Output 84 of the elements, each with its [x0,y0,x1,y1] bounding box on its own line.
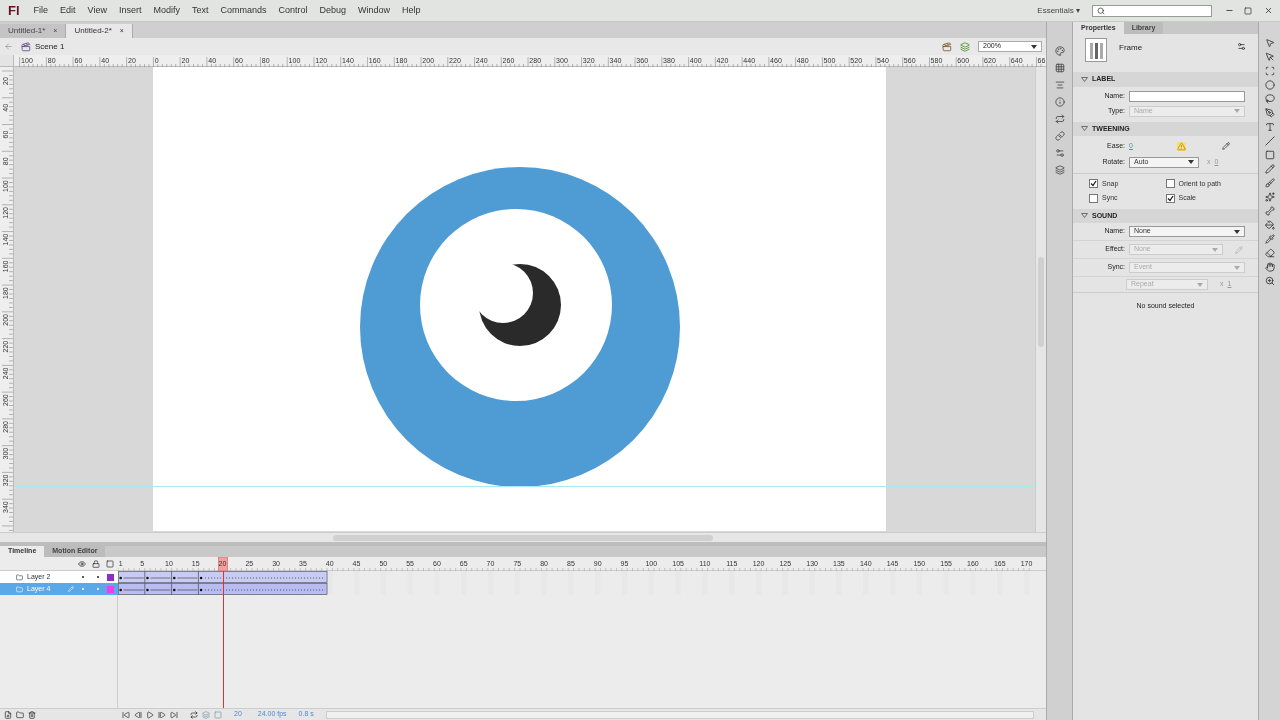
clapperboard-icon [21,41,31,52]
tool-icon[interactable] [1264,262,1275,272]
panel-icon[interactable] [1054,46,1065,56]
tool-icon[interactable] [1264,108,1275,118]
tool-icon[interactable] [1264,220,1275,230]
tool-icon[interactable] [1264,66,1275,76]
collapse-icon[interactable] [1081,76,1088,82]
play-icon[interactable] [146,710,154,719]
tool-icon[interactable] [1264,94,1275,104]
caret-icon[interactable] [1031,44,1037,49]
collapse-icon[interactable] [1081,126,1088,132]
scene-name: Scene 1 [35,40,65,53]
tool-icon[interactable] [1264,164,1275,174]
horizontal-scrollbar[interactable] [0,532,1046,542]
tool-icon[interactable] [1264,206,1275,216]
menu-item[interactable]: Commands [214,3,273,18]
layer-icon [16,573,23,581]
panel-icon[interactable] [1054,148,1065,158]
eye-icon[interactable] [78,559,86,568]
layer-icon [16,585,23,593]
outline-icon[interactable] [106,559,114,568]
tool-icon[interactable] [1264,192,1275,202]
tool-icon[interactable] [1264,80,1275,90]
panel-icon[interactable] [1054,114,1065,124]
checkbox[interactable] [1165,179,1175,189]
close-icon[interactable] [1264,6,1273,15]
panel-icon[interactable] [1054,165,1065,175]
tool-icon[interactable] [1264,178,1275,188]
menu-item[interactable]: Window [352,3,397,18]
panel-icon[interactable] [1054,131,1065,141]
lock-icon[interactable] [92,559,100,568]
delete-icon[interactable] [28,710,36,719]
checkbox[interactable] [1165,193,1175,203]
pencil-icon [68,586,74,592]
tool-icon[interactable] [1264,52,1275,62]
menu-item[interactable]: Text [186,3,215,18]
checkbox[interactable] [1089,193,1098,203]
tool-icon[interactable] [1264,234,1275,244]
name-field[interactable] [1129,90,1245,102]
object-type: Frame [1119,42,1144,54]
menu-item[interactable]: File [27,3,55,18]
previous-frame-icon[interactable] [134,710,142,719]
menu-item[interactable]: Insert [112,3,148,18]
panel-icon[interactable] [1054,80,1065,90]
loop-icon[interactable] [190,710,198,719]
tool-icon[interactable] [1264,38,1275,48]
menu-item[interactable]: View [81,3,113,18]
tool-icon[interactable] [1264,136,1275,146]
menu-item[interactable]: Debug [313,3,353,18]
vertical-scrollbar[interactable] [1035,67,1046,532]
workspace-switcher[interactable]: Essentials ▾ [1037,4,1080,17]
tool-icon[interactable] [1264,276,1275,286]
caret-icon[interactable] [1234,229,1240,234]
tween-span[interactable] [118,571,328,583]
collapse-icon[interactable] [1081,213,1088,219]
edit-scene-icon[interactable] [942,41,952,52]
tool-icon[interactable] [1264,122,1275,132]
next-frame-icon[interactable] [158,710,166,719]
new-layer-icon[interactable] [4,710,12,719]
caret-icon[interactable] [1188,160,1194,164]
warning-icon[interactable] [1177,141,1186,151]
menu-item[interactable]: Help [396,3,427,18]
search-icon [1097,6,1105,15]
first-frame-icon[interactable] [122,710,130,719]
edit-symbol-icon[interactable] [960,41,970,52]
frame-thumbnail-icon [1085,38,1107,62]
edit-markers-icon[interactable] [214,710,222,719]
menu-item[interactable]: Modify [147,3,186,18]
new-folder-icon[interactable] [16,710,24,719]
tool-icon[interactable] [1264,150,1275,160]
layer-color-swatch[interactable] [107,585,114,593]
timeline-scrollbar[interactable] [325,710,1034,719]
layer-color-swatch[interactable] [107,573,114,581]
checkbox[interactable] [1089,179,1098,189]
menu-item[interactable]: Control [272,3,314,18]
edit-ease-icon[interactable] [1222,142,1230,151]
panel-icon[interactable] [1054,63,1065,73]
search-field[interactable] [1092,4,1212,17]
tool-icon[interactable] [1264,248,1275,258]
panel-icon[interactable] [1054,97,1065,107]
last-frame-icon[interactable] [170,710,178,719]
maximize-icon[interactable] [1244,6,1252,15]
menu-item[interactable]: Edit [54,3,82,18]
app-logo: Fl [7,1,21,20]
